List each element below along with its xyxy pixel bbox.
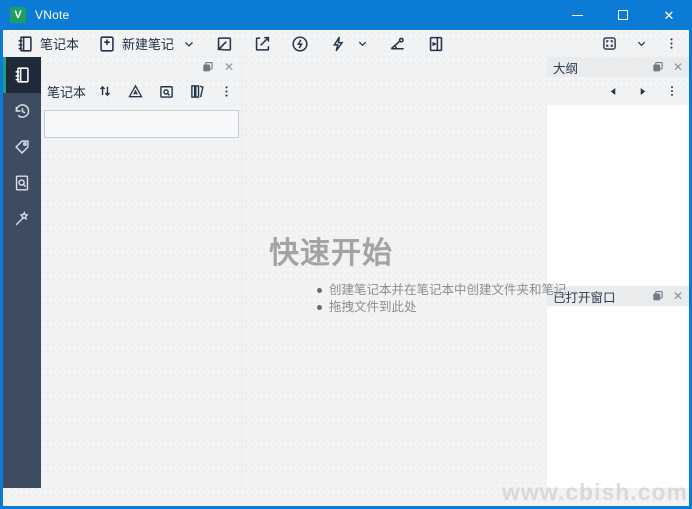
- more-dots-icon[interactable]: [219, 84, 234, 99]
- expand-dropdown[interactable]: [631, 35, 652, 52]
- main-editor-area: 快速开始 创建笔记本并在笔记本中创建文件夹和笔记 拖拽文件到此处: [243, 57, 547, 488]
- toolbar-more-button[interactable]: [660, 34, 683, 53]
- vnote-window: V VNote ✕ 笔记本 新建笔记: [0, 0, 692, 509]
- import-button[interactable]: [210, 32, 238, 56]
- sort-icon[interactable]: [96, 82, 114, 100]
- outline-content[interactable]: [547, 105, 689, 286]
- opened-windows-panel-title: 已打开窗口: [553, 287, 651, 306]
- notebook-explorer-panel: ✕ 笔记本: [41, 57, 243, 488]
- outline-nav-row: [547, 77, 689, 105]
- chevron-down-icon: [356, 37, 369, 50]
- panel-close-icon[interactable]: ✕: [224, 61, 234, 73]
- content-area: ✕ 笔记本: [3, 57, 689, 488]
- panel-close-icon[interactable]: ✕: [673, 61, 683, 73]
- maximize-icon: [618, 10, 628, 20]
- chevron-down-icon: [635, 37, 648, 50]
- more-dots-icon[interactable]: [665, 84, 679, 98]
- lightning-icon: [328, 34, 348, 54]
- chevron-down-icon: [182, 37, 196, 51]
- quick-start-tip: 拖拽文件到此处: [317, 299, 547, 316]
- flash-note-button[interactable]: [286, 32, 314, 56]
- window-title: VNote: [35, 8, 69, 22]
- locate-button[interactable]: [422, 32, 450, 56]
- opened-windows-panel-header: 已打开窗口 ✕: [547, 286, 689, 306]
- file-search-icon: [12, 173, 32, 193]
- quick-start-tips: 创建笔记本并在笔记本中创建文件夹和笔记 拖拽文件到此处: [317, 282, 547, 316]
- new-note-dropdown[interactable]: [178, 35, 200, 53]
- history-icon: [12, 101, 32, 121]
- quick-access-button[interactable]: [324, 32, 352, 56]
- quick-start-tip: 创建笔记本并在笔记本中创建文件夹和笔记: [317, 282, 547, 299]
- minimize-button[interactable]: [554, 0, 600, 30]
- forward-arrow-icon[interactable]: [636, 85, 649, 98]
- float-window-icon[interactable]: [651, 60, 665, 74]
- opened-windows-content[interactable]: [547, 306, 689, 488]
- sidebar-item-full-text-search[interactable]: [3, 165, 41, 201]
- close-icon: ✕: [664, 9, 675, 22]
- new-note-icon: [97, 34, 117, 54]
- magic-wand-icon: [12, 209, 32, 229]
- notebooks-button[interactable]: 笔记本: [11, 32, 83, 56]
- panel-close-icon[interactable]: ✕: [673, 290, 683, 302]
- recycle-icon[interactable]: [126, 82, 145, 101]
- more-dots-icon: [664, 36, 679, 51]
- back-arrow-icon[interactable]: [607, 85, 620, 98]
- notebook-icon: [15, 34, 35, 54]
- task-icon: [387, 33, 408, 54]
- close-button[interactable]: ✕: [646, 0, 692, 30]
- outline-panel-title: 大纲: [553, 58, 651, 77]
- new-note-button[interactable]: 新建笔记: [93, 32, 178, 56]
- new-note-button-label: 新建笔记: [122, 34, 174, 53]
- title-bar: V VNote ✕: [0, 0, 692, 30]
- float-window-icon[interactable]: [651, 289, 665, 303]
- sidebar-item-history[interactable]: [3, 93, 41, 129]
- notebooks-button-label: 笔记本: [40, 34, 79, 53]
- expand-icon: [600, 34, 619, 53]
- quick-start-title: 快速开始: [269, 228, 547, 272]
- float-window-icon[interactable]: [201, 60, 215, 74]
- sidebar-item-notebooks[interactable]: [3, 57, 41, 93]
- notebook-panel-title: 笔记本: [47, 82, 86, 101]
- window-frame: 笔记本 新建笔记: [0, 30, 692, 509]
- notebook-icon: [12, 65, 32, 85]
- maximize-button[interactable]: [600, 0, 646, 30]
- export-icon: [252, 34, 272, 54]
- explore-icon[interactable]: [157, 82, 176, 101]
- quick-access-dropdown[interactable]: [352, 35, 373, 52]
- activity-bar: [3, 57, 41, 488]
- status-bar: [3, 488, 689, 506]
- quick-start-panel: 快速开始 创建笔记本并在笔记本中创建文件夹和笔记 拖拽文件到此处: [243, 57, 547, 316]
- right-dock-panel: 大纲 ✕ 已打开窗口: [547, 57, 689, 488]
- expand-button[interactable]: [596, 32, 623, 55]
- minimize-icon: [572, 15, 583, 16]
- import-icon: [214, 34, 234, 54]
- tag-icon: [12, 137, 32, 157]
- vnote-logo-icon: V: [10, 7, 26, 23]
- notebook-toolbar: 笔记本: [41, 77, 242, 105]
- sidebar-item-extensions[interactable]: [3, 201, 41, 237]
- export-button[interactable]: [248, 32, 276, 56]
- flash-note-icon: [290, 34, 310, 54]
- notebook-selector-combobox[interactable]: [44, 110, 239, 138]
- locate-panel-icon: [426, 34, 446, 54]
- sidebar-item-tags[interactable]: [3, 129, 41, 165]
- manage-notebooks-icon[interactable]: [188, 82, 207, 101]
- task-button[interactable]: [383, 31, 412, 56]
- notebook-panel-caption: ✕: [41, 57, 242, 77]
- outline-panel-header: 大纲 ✕: [547, 57, 689, 77]
- main-toolbar: 笔记本 新建笔记: [3, 30, 689, 57]
